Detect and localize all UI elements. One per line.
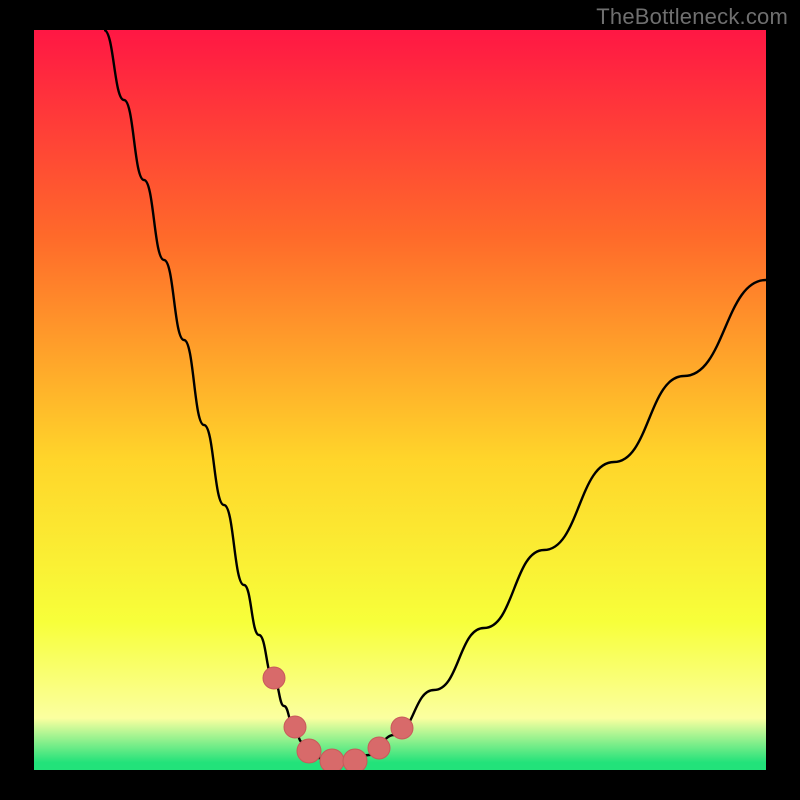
watermark-text: TheBottleneck.com (596, 4, 788, 30)
plot-area (34, 30, 766, 770)
marker-left-lower (284, 716, 306, 738)
marker-right-lower (368, 737, 390, 759)
marker-bottom-2 (320, 749, 344, 770)
bottleneck-chart (34, 30, 766, 770)
marker-right-upper (391, 717, 413, 739)
marker-bottom-3 (343, 749, 367, 770)
outer-frame: TheBottleneck.com (0, 0, 800, 800)
marker-left-upper (263, 667, 285, 689)
marker-bottom-1 (297, 739, 321, 763)
